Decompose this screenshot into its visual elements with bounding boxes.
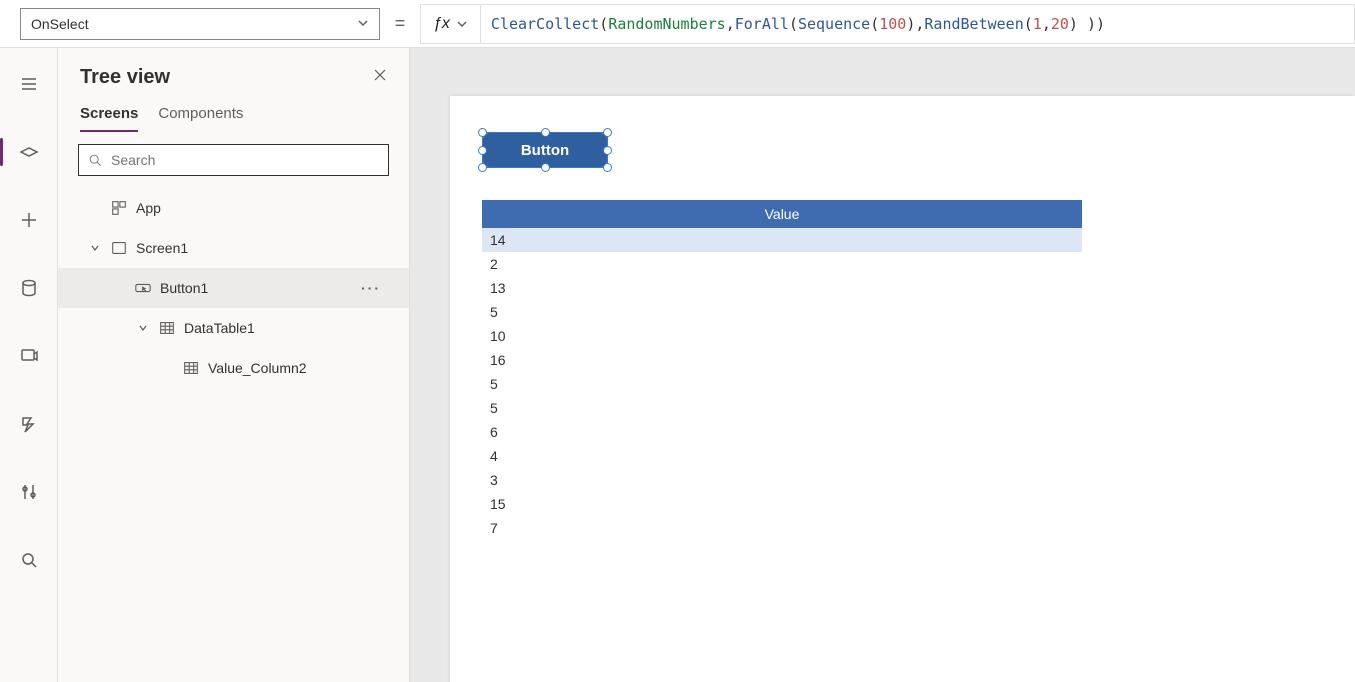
tree-item-button1[interactable]: Button1 ···	[58, 268, 409, 308]
tree-view-icon[interactable]	[9, 132, 49, 172]
tab-screens[interactable]: Screens	[80, 105, 138, 132]
close-icon[interactable]	[373, 68, 387, 87]
canvas-area[interactable]: Button Value 142135101655643157	[410, 48, 1355, 682]
resize-handle[interactable]	[603, 146, 612, 155]
table-row[interactable]: 5	[482, 300, 1082, 324]
search-input[interactable]	[78, 144, 389, 176]
resize-handle[interactable]	[478, 146, 487, 155]
data-table-control[interactable]: Value 142135101655643157	[482, 200, 1082, 540]
tree-item-label: Button1	[160, 280, 208, 296]
table-row[interactable]: 3	[482, 468, 1082, 492]
property-dropdown-value: OnSelect	[31, 16, 89, 32]
settings-icon[interactable]	[9, 472, 49, 512]
table-row[interactable]: 5	[482, 396, 1082, 420]
chevron-down-icon	[456, 18, 468, 30]
table-row[interactable]: 10	[482, 324, 1082, 348]
button-control[interactable]: Button	[483, 133, 607, 167]
tree-item-datatable1[interactable]: DataTable1	[58, 308, 409, 348]
app-icon	[110, 199, 128, 217]
selection-outline[interactable]: Button	[482, 132, 608, 168]
search-field[interactable]	[111, 152, 380, 168]
button-icon	[134, 279, 152, 297]
search-icon[interactable]	[9, 540, 49, 580]
table-row[interactable]: 7	[482, 516, 1082, 540]
chevron-down-icon[interactable]	[88, 243, 102, 253]
table-row[interactable]: 5	[482, 372, 1082, 396]
resize-handle[interactable]	[603, 163, 612, 172]
resize-handle[interactable]	[541, 163, 550, 172]
tree-item-app[interactable]: App	[58, 188, 409, 228]
formula-input[interactable]: ClearCollect( RandomNumbers, ForAll( Seq…	[481, 4, 1355, 44]
table-icon	[158, 319, 176, 337]
table-row[interactable]: 15	[482, 492, 1082, 516]
hamburger-icon[interactable]	[9, 64, 49, 104]
media-icon[interactable]	[9, 336, 49, 376]
tree-view-panel: Tree view Screens Components App Screen1 B…	[58, 48, 410, 682]
table-row[interactable]: 2	[482, 252, 1082, 276]
table-row[interactable]: 4	[482, 444, 1082, 468]
resize-handle[interactable]	[478, 163, 487, 172]
chevron-down-icon[interactable]	[136, 323, 150, 333]
screen-icon	[110, 239, 128, 257]
power-automate-icon[interactable]	[9, 404, 49, 444]
table-row[interactable]: 6	[482, 420, 1082, 444]
column-icon	[182, 359, 200, 377]
tree-item-label: Value_Column2	[208, 360, 307, 376]
tab-components[interactable]: Components	[158, 105, 243, 132]
tree-item-screen1[interactable]: Screen1	[58, 228, 409, 268]
tree-list: App Screen1 Button1 ··· DataTable1 Value_Colu…	[58, 188, 409, 682]
chevron-down-icon	[357, 16, 369, 32]
table-row[interactable]: 13	[482, 276, 1082, 300]
tree-item-label: App	[136, 200, 161, 216]
screen[interactable]: Button Value 142135101655643157	[450, 96, 1355, 682]
search-icon	[87, 152, 103, 168]
resize-handle[interactable]	[541, 128, 550, 137]
insert-icon[interactable]	[9, 200, 49, 240]
data-icon[interactable]	[9, 268, 49, 308]
resize-handle[interactable]	[478, 128, 487, 137]
tree-item-label: DataTable1	[184, 320, 255, 336]
left-rail	[0, 48, 58, 682]
resize-handle[interactable]	[603, 128, 612, 137]
fx-menu[interactable]: ƒx	[420, 4, 481, 44]
property-dropdown[interactable]: OnSelect	[20, 8, 380, 40]
data-table-header[interactable]: Value	[482, 200, 1082, 228]
tree-view-title: Tree view	[80, 66, 170, 89]
more-icon[interactable]: ···	[361, 280, 389, 296]
tree-item-value_column2[interactable]: Value_Column2	[58, 348, 409, 388]
tree-item-label: Screen1	[136, 240, 188, 256]
equals-label: =	[380, 13, 420, 34]
table-row[interactable]: 14	[482, 228, 1082, 252]
table-row[interactable]: 16	[482, 348, 1082, 372]
fx-icon: ƒx	[433, 15, 450, 33]
